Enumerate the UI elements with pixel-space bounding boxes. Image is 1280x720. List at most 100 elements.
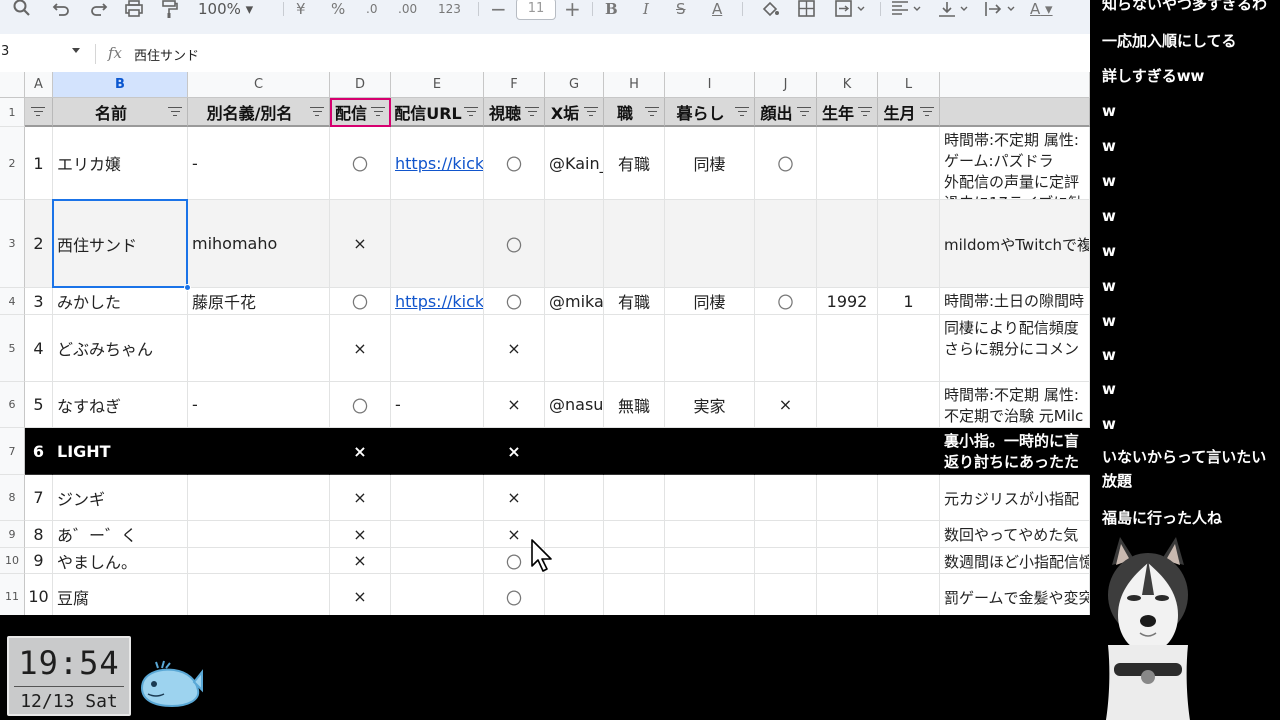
cell-notes[interactable]: 時間帯:土日の隙間時ゲーム:スプラ・シャ結婚後、配信頻度激 (940, 288, 1090, 315)
percent-button[interactable]: % (331, 0, 345, 18)
header-job[interactable]: 職 (604, 98, 665, 127)
cell-alias[interactable]: - (188, 127, 330, 200)
cell-url[interactable] (391, 548, 484, 574)
filter-icon[interactable] (525, 106, 539, 117)
cell-living[interactable]: 同棲 (665, 288, 755, 315)
fill-handle[interactable] (184, 284, 191, 291)
cell-month[interactable] (878, 521, 940, 548)
cell-watch[interactable]: 〇 (484, 574, 545, 615)
row-header-4[interactable]: 4 (0, 288, 25, 315)
cell-no[interactable]: 8 (25, 521, 53, 548)
cell-year[interactable] (817, 127, 878, 200)
cell-url[interactable] (391, 475, 484, 521)
cell-watch[interactable]: 〇 (484, 288, 545, 315)
cell-face[interactable] (755, 315, 817, 382)
filter-icon[interactable] (464, 106, 478, 117)
filter-icon[interactable] (797, 106, 811, 117)
cell-alias[interactable]: mihomaho (188, 200, 330, 288)
undo-icon[interactable] (52, 0, 72, 18)
cell-month[interactable] (878, 127, 940, 200)
cell-living[interactable] (665, 475, 755, 521)
cell-alias[interactable]: - (188, 382, 330, 428)
cell-no[interactable]: 9 (25, 548, 53, 574)
cell-url[interactable]: - (391, 382, 484, 428)
column-header-h[interactable]: H (604, 72, 665, 98)
cell-month[interactable] (878, 574, 940, 615)
cell-alias[interactable] (188, 521, 330, 548)
cell-face[interactable] (755, 475, 817, 521)
cell-stream[interactable]: × (330, 200, 391, 288)
cell-x[interactable] (545, 475, 604, 521)
header-url[interactable]: 配信URL (391, 98, 484, 127)
column-header-g[interactable]: G (545, 72, 604, 98)
text-color-button[interactable]: A (712, 0, 722, 18)
cell-month[interactable]: 1 (878, 288, 940, 315)
cell-alias[interactable] (188, 574, 330, 615)
merge-cells-icon[interactable] (834, 0, 868, 18)
cell-job[interactable]: 有職 (604, 288, 665, 315)
column-header-i[interactable]: I (665, 72, 755, 98)
header-year[interactable]: 生年 (817, 98, 878, 127)
header-month[interactable]: 生月 (878, 98, 940, 127)
cell-stream[interactable]: × (330, 574, 391, 615)
cell-face[interactable] (755, 200, 817, 288)
cell-url[interactable] (391, 200, 484, 288)
fill-color-icon[interactable] (760, 0, 780, 18)
filter-icon[interactable] (584, 106, 598, 117)
cell-url[interactable]: https://kick.c (391, 127, 484, 200)
header-notes[interactable] (940, 98, 1090, 127)
borders-icon[interactable] (797, 0, 817, 18)
header-name[interactable]: 名前 (53, 98, 188, 127)
font-size-input[interactable]: 11 (516, 0, 556, 20)
cell-x[interactable] (545, 315, 604, 382)
cell-alias[interactable] (188, 315, 330, 382)
cell-x[interactable] (545, 428, 604, 475)
url-link[interactable]: https://kick.c (395, 292, 483, 311)
column-header-m[interactable] (940, 72, 1090, 98)
cell-job[interactable] (604, 548, 665, 574)
cell-no[interactable]: 4 (25, 315, 53, 382)
filter-cell-a[interactable] (25, 98, 53, 127)
text-rotation-button[interactable]: A ▾ (1030, 0, 1053, 18)
row-header-8[interactable]: 8 (0, 475, 25, 521)
filter-icon[interactable] (645, 106, 659, 117)
filter-icon[interactable] (735, 106, 749, 117)
vertical-align-icon[interactable] (937, 0, 971, 18)
row-header-5[interactable]: 5 (0, 315, 25, 382)
decrease-font-size-button[interactable]: − (490, 0, 507, 19)
cell-alias[interactable] (188, 475, 330, 521)
column-header-d[interactable]: D (330, 72, 391, 98)
cell-notes[interactable]: 時間帯:不定期 属性: ゲーム:パズドラ外配信の声量に定評過去に17ライブに勧 (940, 127, 1090, 200)
cell-stream[interactable]: 〇 (330, 288, 391, 315)
cell-name[interactable]: エリカ嬢 (53, 127, 188, 200)
cell-name[interactable]: どぶみちゃん (53, 315, 188, 382)
name-box[interactable]: 3 (0, 44, 86, 64)
cell-url[interactable] (391, 574, 484, 615)
row-header-7[interactable]: 7 (0, 428, 25, 475)
filter-icon[interactable] (371, 106, 385, 117)
cell-face[interactable] (755, 574, 817, 615)
bold-button[interactable]: B (605, 0, 618, 18)
search-icon[interactable] (12, 0, 32, 18)
print-icon[interactable] (124, 0, 144, 18)
row-header-6[interactable]: 6 (0, 382, 25, 428)
cell-name[interactable]: 西住サンド (53, 200, 188, 288)
align-left-icon[interactable] (890, 0, 924, 18)
cell-job[interactable]: 有職 (604, 127, 665, 200)
cell-month[interactable] (878, 382, 940, 428)
cell-alias[interactable]: 藤原千花 (188, 288, 330, 315)
cell-notes[interactable]: 元カジリスが小指配 (940, 475, 1090, 521)
cell-x[interactable] (545, 200, 604, 288)
cell-x[interactable]: @nasu (545, 382, 604, 428)
redo-icon[interactable] (88, 0, 108, 18)
filter-icon[interactable] (920, 106, 934, 117)
cell-name[interactable]: やましん。 (53, 548, 188, 574)
cell-watch[interactable]: 〇 (484, 200, 545, 288)
cell-notes[interactable]: 罰ゲームで金髪や変突如配信を辞めたが (940, 574, 1090, 615)
column-header-j[interactable]: J (755, 72, 817, 98)
column-header-e[interactable]: E (391, 72, 484, 98)
cell-notes[interactable]: mildomやTwitchで複 (940, 200, 1090, 288)
cell-stream[interactable]: × (330, 315, 391, 382)
cell-face[interactable] (755, 521, 817, 548)
cell-job[interactable]: 無職 (604, 382, 665, 428)
